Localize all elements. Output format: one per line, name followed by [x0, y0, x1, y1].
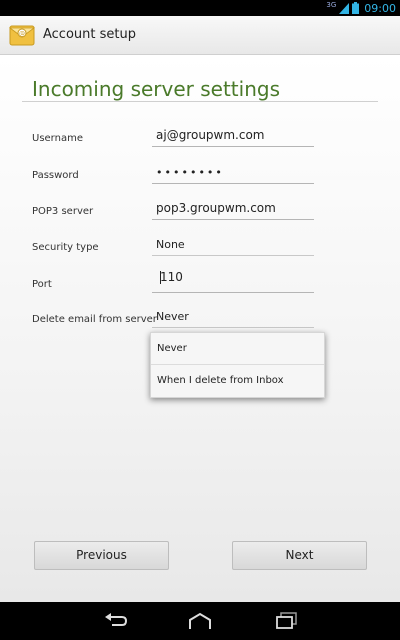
username-label: Username: [32, 133, 83, 144]
heading-divider: [22, 101, 378, 102]
dropdown-option-never[interactable]: Never: [151, 333, 324, 364]
page-title: Incoming server settings: [32, 77, 280, 101]
status-clock: 09:00: [364, 1, 396, 15]
dropdown-option-label: Never: [157, 343, 187, 354]
security-type-label: Security type: [32, 242, 99, 253]
username-field[interactable]: aj@groupwm.com: [152, 126, 314, 147]
network-type: 3G: [326, 1, 337, 9]
battery-icon: [352, 2, 360, 14]
content-area: Incoming server settings Username aj@gro…: [0, 55, 400, 602]
svg-text:@: @: [19, 31, 25, 38]
port-value: 110: [160, 270, 183, 284]
recent-apps-icon[interactable]: [274, 611, 300, 631]
dropdown-option-when-deleted[interactable]: When I delete from Inbox: [151, 365, 324, 396]
previous-button[interactable]: Previous: [34, 541, 169, 570]
signal-icon: [339, 2, 350, 14]
status-icons: 3G 09:00: [326, 1, 396, 15]
dropdown-option-label: When I delete from Inbox: [157, 375, 284, 386]
port-label: Port: [32, 279, 52, 290]
delete-email-spinner[interactable]: Never: [152, 309, 314, 328]
pop3-server-field[interactable]: pop3.groupwm.com: [152, 199, 314, 220]
action-bar: @ Account setup: [0, 16, 400, 55]
pop3-server-value: pop3.groupwm.com: [156, 201, 276, 215]
email-app-icon[interactable]: @: [9, 23, 35, 47]
password-label: Password: [32, 170, 79, 181]
action-bar-title: Account setup: [43, 27, 136, 42]
port-field[interactable]: 110: [152, 270, 314, 293]
security-type-spinner[interactable]: None: [152, 237, 314, 256]
pop3-server-label: POP3 server: [32, 206, 94, 217]
security-type-value: None: [156, 238, 185, 251]
navigation-bar: [0, 602, 400, 640]
password-field[interactable]: ••••••••: [152, 163, 314, 184]
username-value: aj@groupwm.com: [156, 128, 265, 142]
password-value: ••••••••: [156, 166, 224, 179]
delete-email-label: Delete email from server: [32, 314, 157, 325]
delete-email-value: Never: [156, 310, 189, 323]
status-bar: 3G 09:00: [0, 0, 400, 16]
home-icon[interactable]: [187, 611, 213, 631]
next-button[interactable]: Next: [232, 541, 367, 570]
delete-email-dropdown: Never When I delete from Inbox: [150, 332, 325, 398]
back-icon[interactable]: [102, 611, 128, 631]
